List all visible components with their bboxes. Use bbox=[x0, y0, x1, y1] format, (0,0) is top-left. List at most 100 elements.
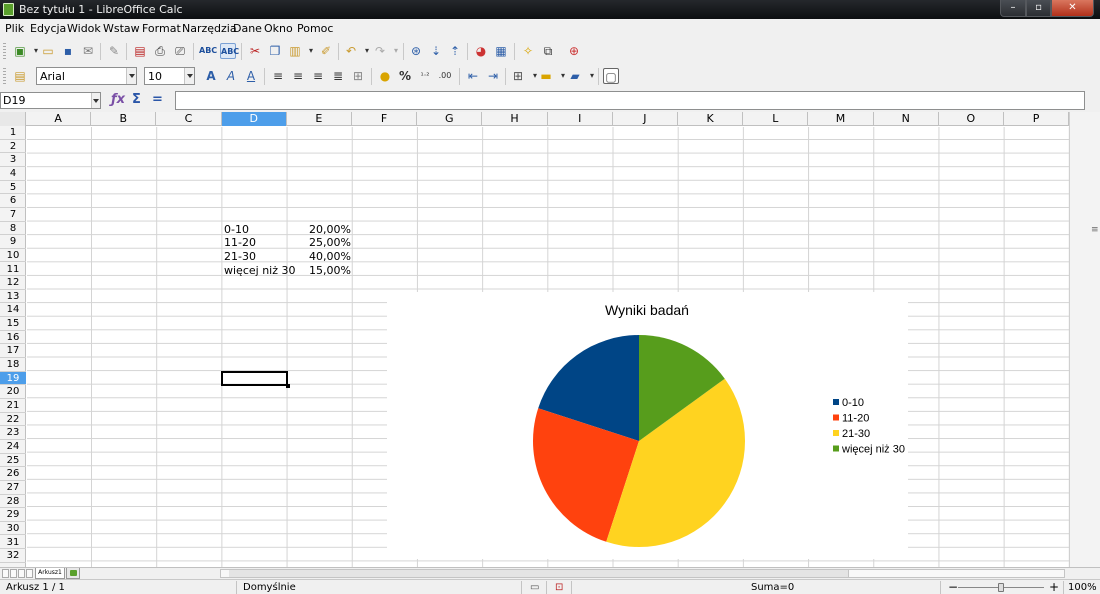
row-header-29[interactable]: 29 bbox=[0, 508, 26, 522]
add-decimal-icon[interactable]: .00 bbox=[437, 68, 453, 84]
redo-dropdown-icon[interactable]: ▾ bbox=[388, 43, 404, 59]
row-header-6[interactable]: 6 bbox=[0, 194, 26, 208]
open-icon[interactable]: ▭ bbox=[40, 43, 56, 59]
row-header-28[interactable]: 28 bbox=[0, 495, 26, 509]
row-header-14[interactable]: 14 bbox=[0, 303, 26, 318]
align-center-icon[interactable]: ≡ bbox=[290, 68, 306, 84]
font-color-icon[interactable]: ▰ bbox=[567, 68, 583, 84]
merge-cells-icon[interactable]: ⊞ bbox=[350, 68, 366, 84]
split-handle-icon[interactable]: ≡ bbox=[1091, 225, 1099, 235]
name-box[interactable]: D19 bbox=[0, 92, 101, 109]
function-wizard-icon[interactable]: ƒx bbox=[111, 92, 125, 107]
align-left-icon[interactable]: ≡ bbox=[270, 68, 286, 84]
add-sheet-icon[interactable] bbox=[66, 568, 80, 579]
row-header-30[interactable]: 30 bbox=[0, 522, 26, 536]
page-style[interactable]: Domyślnie bbox=[243, 582, 296, 593]
document-modified-icon[interactable]: ⊡ bbox=[555, 582, 563, 593]
chevron-down-icon[interactable] bbox=[184, 68, 194, 84]
cell-e11[interactable]: 15,00% bbox=[290, 264, 351, 277]
menu-okno[interactable]: Okno bbox=[264, 22, 293, 35]
print-preview-icon[interactable]: ⎚ bbox=[172, 43, 188, 59]
cell-d10[interactable]: 21-30 bbox=[224, 250, 256, 263]
pivot-table-icon[interactable]: ▦ bbox=[493, 43, 509, 59]
spellcheck-icon[interactable]: ABC bbox=[199, 43, 217, 59]
toolbar-handle[interactable] bbox=[3, 68, 6, 85]
vertical-scrollbar[interactable]: ≡ bbox=[1069, 112, 1100, 567]
cell-d9[interactable]: 11-20 bbox=[224, 236, 256, 249]
sum-icon[interactable]: Σ bbox=[132, 92, 141, 107]
paste-dropdown-icon[interactable]: ▾ bbox=[303, 43, 319, 59]
save-icon[interactable]: ▪ bbox=[60, 43, 76, 59]
column-header-m[interactable]: M bbox=[808, 112, 874, 126]
justify-icon[interactable]: ≣ bbox=[330, 68, 346, 84]
row-header-10[interactable]: 10 bbox=[0, 249, 26, 263]
column-header-h[interactable]: H bbox=[482, 112, 548, 126]
menu-dane[interactable]: Dane bbox=[233, 22, 262, 35]
menu-edycja[interactable]: Edycja bbox=[30, 22, 66, 35]
menu-pomoc[interactable]: Pomoc bbox=[297, 22, 333, 35]
maximize-button[interactable]: ▫ bbox=[1026, 0, 1051, 17]
decrease-indent-icon[interactable]: ⇤ bbox=[465, 68, 481, 84]
number-format-icon[interactable]: ¹·² bbox=[417, 68, 433, 84]
row-header-8[interactable]: 8 bbox=[0, 222, 26, 236]
cell-d8[interactable]: 0-10 bbox=[224, 223, 249, 236]
row-header-31[interactable]: 31 bbox=[0, 536, 26, 550]
row-header-27[interactable]: 27 bbox=[0, 481, 26, 495]
column-header-j[interactable]: J bbox=[613, 112, 678, 126]
align-right-icon[interactable]: ≡ bbox=[310, 68, 326, 84]
chevron-down-icon[interactable] bbox=[91, 93, 100, 108]
function-icon[interactable]: = bbox=[152, 92, 163, 107]
column-header-c[interactable]: C bbox=[156, 112, 222, 126]
help-icon[interactable]: ⊕ bbox=[566, 43, 582, 59]
cell-d11[interactable]: więcej niż 30 bbox=[224, 264, 295, 277]
column-header-g[interactable]: G bbox=[417, 112, 483, 126]
font-name-combo[interactable]: Arial bbox=[36, 67, 137, 85]
column-header-e[interactable]: E bbox=[287, 112, 352, 126]
zoom-level[interactable]: 100% bbox=[1068, 582, 1097, 593]
minimize-button[interactable]: – bbox=[1000, 0, 1026, 17]
column-header-o[interactable]: O bbox=[939, 112, 1004, 126]
increase-indent-icon[interactable]: ⇥ bbox=[485, 68, 501, 84]
insert-mode-icon[interactable]: ▭ bbox=[530, 582, 539, 593]
undo-icon[interactable]: ↶ bbox=[343, 43, 359, 59]
redo-icon[interactable]: ↷ bbox=[372, 43, 388, 59]
row-header-21[interactable]: 21 bbox=[0, 399, 26, 413]
new-document-icon[interactable]: ▣ bbox=[12, 43, 28, 59]
menu-narzedzia[interactable]: Narzędzia bbox=[182, 22, 237, 35]
row-header-4[interactable]: 4 bbox=[0, 167, 26, 181]
cell-e9[interactable]: 25,00% bbox=[290, 236, 351, 249]
row-header-15[interactable]: 15 bbox=[0, 317, 26, 331]
row-header-20[interactable]: 20 bbox=[0, 385, 26, 399]
menu-format[interactable]: Format bbox=[142, 22, 181, 35]
row-header-13[interactable]: 13 bbox=[0, 290, 26, 304]
underline-icon[interactable]: A bbox=[243, 68, 259, 84]
clone-formatting-icon[interactable]: ✐ bbox=[318, 43, 334, 59]
select-all-corner[interactable] bbox=[0, 112, 26, 126]
sort-descending-icon[interactable]: ⇡ bbox=[447, 43, 463, 59]
menu-wstaw[interactable]: Wstaw bbox=[103, 22, 140, 35]
navigator-icon[interactable]: ⧉ bbox=[540, 43, 556, 59]
zoom-slider-knob[interactable] bbox=[998, 583, 1004, 592]
menu-plik[interactable]: Plik bbox=[5, 22, 24, 35]
row-header-7[interactable]: 7 bbox=[0, 208, 26, 222]
edit-file-icon[interactable]: ✎ bbox=[106, 43, 122, 59]
borders-icon[interactable]: ⊞ bbox=[510, 68, 526, 84]
column-header-b[interactable]: B bbox=[91, 112, 157, 126]
row-header-17[interactable]: 17 bbox=[0, 344, 26, 359]
row-header-18[interactable]: 18 bbox=[0, 358, 26, 372]
row-header-16[interactable]: 16 bbox=[0, 331, 26, 345]
last-sheet-button[interactable] bbox=[26, 569, 33, 578]
row-header-2[interactable]: 2 bbox=[0, 140, 26, 154]
sheet-tab-arkusz1[interactable]: Arkusz1 bbox=[35, 568, 65, 579]
column-header-l[interactable]: L bbox=[743, 112, 809, 126]
copy-icon[interactable]: ❐ bbox=[267, 43, 283, 59]
menu-widok[interactable]: Widok bbox=[67, 22, 101, 35]
export-pdf-icon[interactable]: ▤ bbox=[132, 43, 148, 59]
row-header-3[interactable]: 3 bbox=[0, 153, 26, 167]
next-sheet-button[interactable] bbox=[18, 569, 25, 578]
cell-e10[interactable]: 40,00% bbox=[290, 250, 351, 263]
sort-ascending-icon[interactable]: ⇣ bbox=[428, 43, 444, 59]
font-size-combo[interactable]: 10 bbox=[144, 67, 195, 85]
close-button[interactable]: ✕ bbox=[1051, 0, 1094, 17]
show-draw-functions-icon[interactable]: ✧ bbox=[520, 43, 536, 59]
